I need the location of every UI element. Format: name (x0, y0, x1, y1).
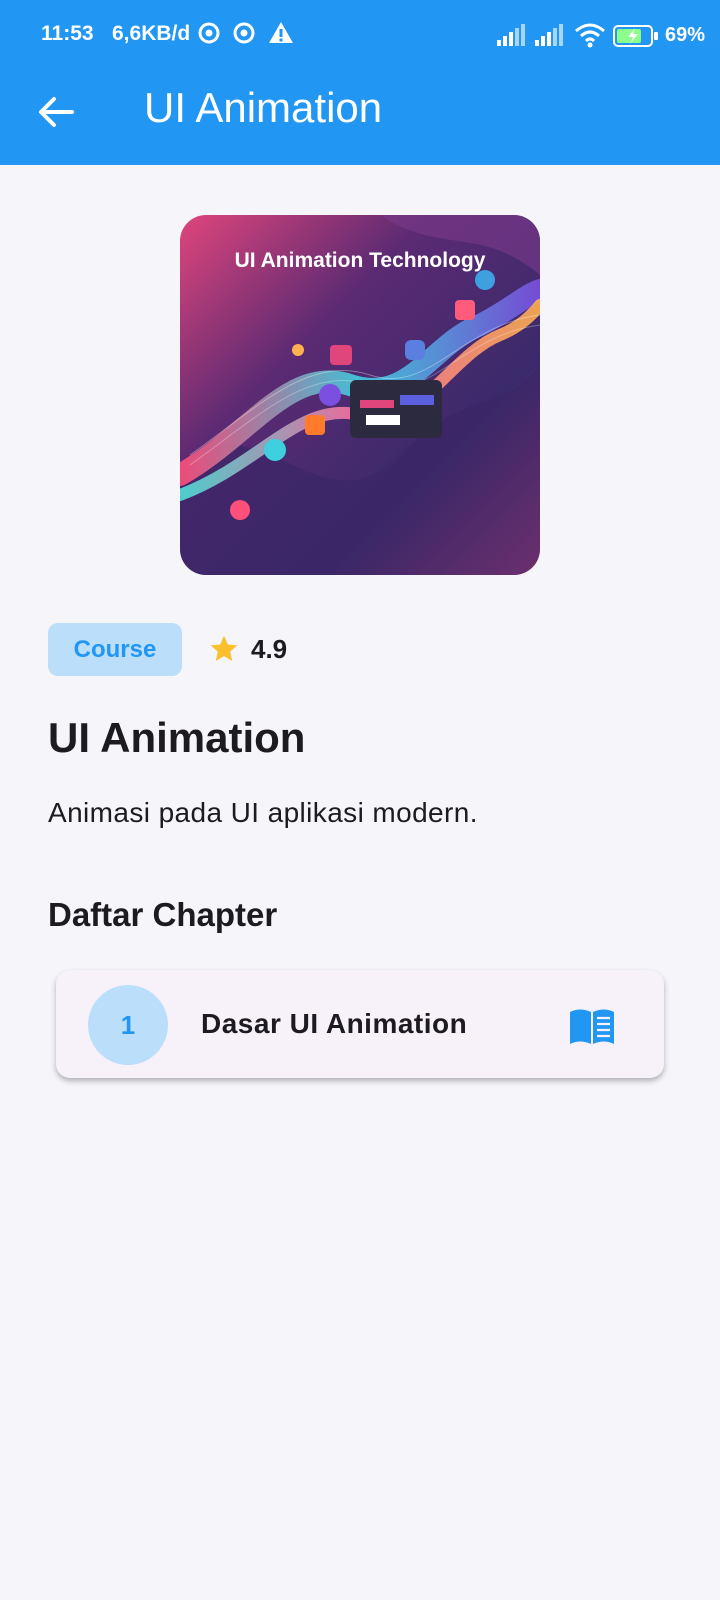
signal-icon (497, 24, 525, 46)
notification-icon (198, 22, 220, 44)
rating-value: 4.9 (251, 634, 288, 664)
status-battery-percent: 69% (665, 24, 706, 46)
wifi-icon (575, 23, 605, 48)
app-bar-title: UI Animation (144, 84, 383, 131)
warning-icon (269, 22, 293, 43)
status-time: 11:53 (41, 22, 94, 45)
menu-book-icon[interactable] (568, 1006, 616, 1046)
cover-title-text: UI Animation Technology (234, 249, 486, 272)
app-bar: 11:53 6,6KB/d 69% UI Animation (0, 0, 720, 165)
course-title: UI Animation (48, 714, 306, 761)
arrow-back-icon[interactable] (34, 90, 78, 134)
status-bar: 11:53 6,6KB/d 69% (0, 0, 720, 70)
category-badge: Course (48, 623, 182, 676)
notification-icon (233, 22, 255, 44)
course-description: Animasi pada UI aplikasi modern. (48, 797, 478, 828)
chapter-list-heading: Daftar Chapter (48, 896, 278, 933)
chapter-title: Dasar UI Animation (201, 1008, 468, 1039)
chapter-card[interactable]: 1 Dasar UI Animation (56, 970, 664, 1078)
status-network-speed: 6,6KB/d (112, 22, 191, 45)
course-cover-image: UI Animation Technology (180, 215, 540, 575)
star-icon (210, 635, 238, 661)
battery-icon (613, 25, 658, 47)
chapter-number: 1 (88, 985, 168, 1065)
signal-icon (535, 24, 563, 46)
